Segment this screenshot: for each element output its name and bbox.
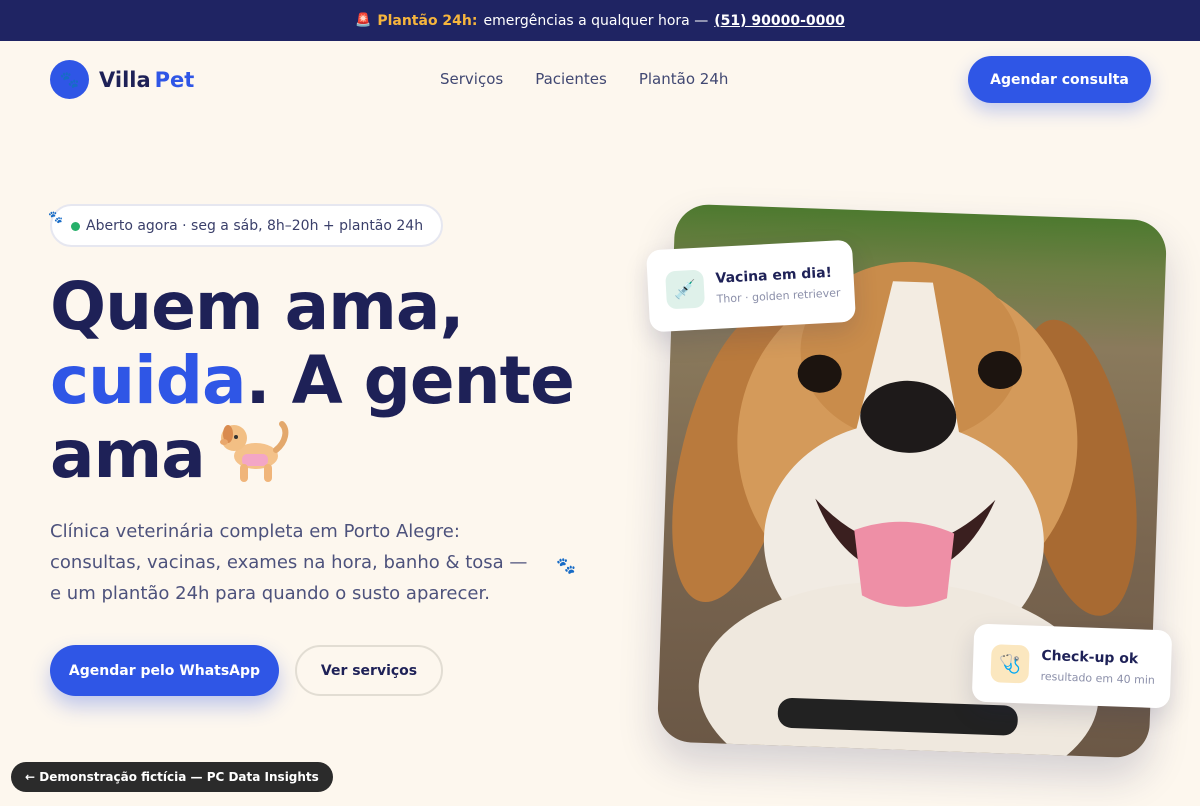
paws-decoration-icon: 🐾 bbox=[48, 210, 63, 224]
status-dot bbox=[71, 222, 80, 231]
vaccine-card-title: Vacina em dia! bbox=[715, 264, 833, 287]
stethoscope-icon: 🩺 bbox=[990, 644, 1030, 684]
checkup-status-card: 🩺 Check-up ok resultado em 40 min bbox=[971, 623, 1173, 709]
nav-link-servicos[interactable]: Serviços bbox=[440, 70, 503, 88]
paw-decoration-icon: 🐾 bbox=[556, 556, 576, 575]
logo-text: Villa Pet bbox=[99, 67, 195, 92]
vaccine-status-card: 💉 Vacina em dia! Thor · golden retriever bbox=[645, 239, 857, 333]
nav-link-plantao[interactable]: Plantão 24h bbox=[639, 70, 729, 88]
vaccine-card-subtitle: Thor · golden retriever bbox=[716, 285, 841, 306]
status-text: Aberto agora · seg a sáb, 8h–20h + plant… bbox=[86, 217, 424, 234]
whatsapp-schedule-button[interactable]: Agendar pelo WhatsApp bbox=[50, 645, 279, 696]
announcement-highlight: Plantão 24h: bbox=[377, 12, 478, 29]
checkup-card-title: Check-up ok bbox=[1041, 647, 1139, 667]
view-services-button[interactable]: Ver serviços bbox=[295, 645, 443, 696]
syringe-icon: 💉 bbox=[665, 269, 706, 310]
announcement-text: emergências a qualquer hora — bbox=[483, 12, 709, 29]
phone-link[interactable]: (51) 90000-0000 bbox=[714, 13, 845, 29]
demo-back-link[interactable]: ← Demonstração fictícia — PC Data Insigh… bbox=[11, 762, 333, 792]
nav-link-pacientes[interactable]: Pacientes bbox=[535, 70, 607, 88]
main-nav: Serviços Pacientes Plantão 24h bbox=[440, 70, 728, 88]
announcement-bar: 🚨 Plantão 24h: emergências a qualquer ho… bbox=[0, 0, 1200, 41]
checkup-card-subtitle: resultado em 40 min bbox=[1040, 669, 1156, 687]
hero-headline: Quem ama, cuida. A gente ama bbox=[50, 268, 575, 493]
paws-icon: 🐾 bbox=[50, 60, 89, 99]
status-pill: Aberto agora · seg a sáb, 8h–20h + plant… bbox=[50, 204, 444, 247]
siren-icon: 🚨 bbox=[355, 13, 372, 28]
site-header: 🐾 Villa Pet Serviços Pacientes Plantão 24… bbox=[0, 41, 1200, 119]
dog-emoji-icon bbox=[220, 421, 289, 482]
hero-subtitle: Clínica veterinária completa em Porto Al… bbox=[50, 521, 528, 604]
logo[interactable]: 🐾 Villa Pet bbox=[50, 60, 194, 99]
schedule-appointment-button[interactable]: Agendar consulta bbox=[968, 56, 1151, 103]
